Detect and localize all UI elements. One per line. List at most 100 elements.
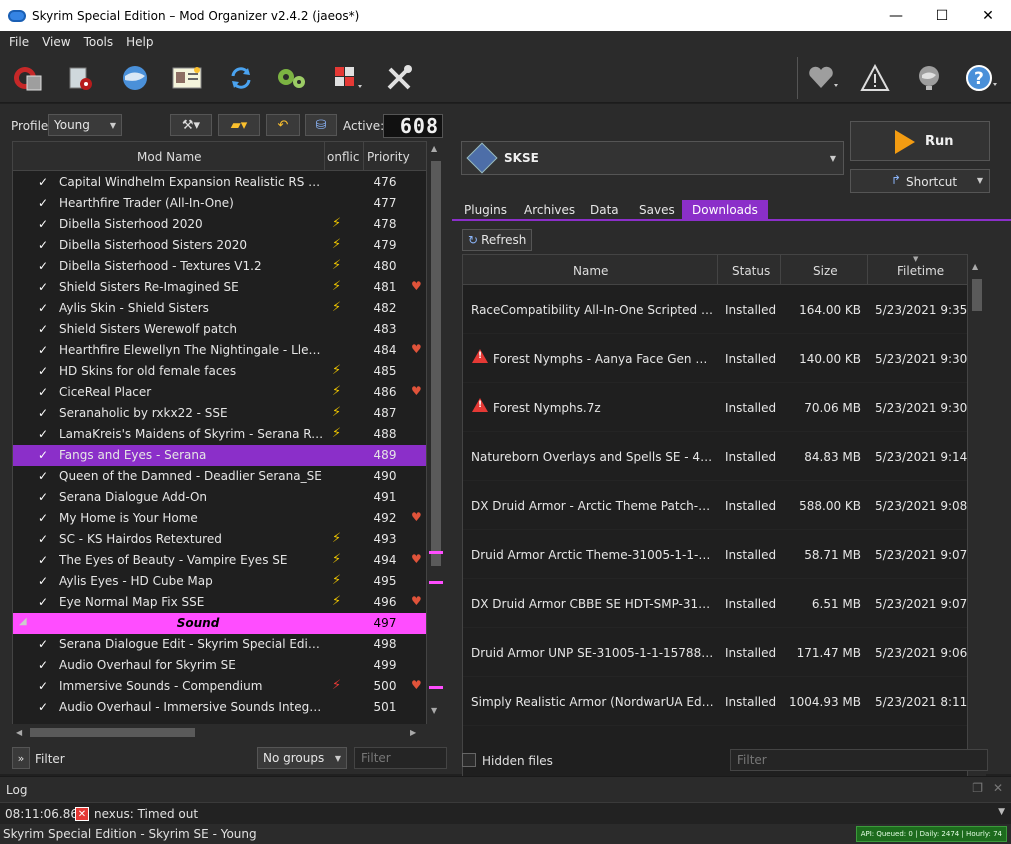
mod-row[interactable]: ✓ My Home is Your Home 492 ♥ (13, 508, 426, 529)
mod-filter-input[interactable]: Filter (354, 747, 447, 769)
mod-row[interactable]: ✓ Serana Dialogue Edit - Skyrim Special E… (13, 634, 426, 655)
collapse-icon[interactable]: ◢ (19, 616, 27, 627)
mod-enabled-checkbox[interactable]: ✓ (38, 449, 51, 462)
instances-icon[interactable] (10, 61, 44, 95)
mod-enabled-checkbox[interactable]: ✓ (38, 386, 51, 399)
hidden-files-checkbox[interactable] (462, 753, 476, 767)
tab-downloads[interactable]: Downloads (682, 200, 768, 221)
mod-enabled-checkbox[interactable]: ✓ (38, 575, 51, 588)
download-row[interactable]: Simply Realistic Armor (NordwarUA Editio… (463, 677, 967, 726)
groups-select[interactable]: No groups ▼ (257, 747, 347, 769)
mod-row[interactable]: ✓ Audio Overhaul - Immersive Sounds Integ… (13, 697, 426, 718)
mod-enabled-checkbox[interactable]: ✓ (38, 239, 51, 252)
menu-help[interactable]: Help (126, 35, 153, 49)
executables-icon[interactable] (274, 61, 308, 95)
column-conflicts[interactable]: onflic (327, 150, 359, 164)
mod-row[interactable]: ✓ SC - KS Hairdos Retextured ⚡ 493 (13, 529, 426, 550)
mod-row[interactable]: ✓ Shield Sisters Re-Imagined SE ⚡ 481 ♥ (13, 277, 426, 298)
mod-separator[interactable]: ◢ Sound 497 (13, 613, 426, 634)
mod-enabled-checkbox[interactable]: ✓ (38, 491, 51, 504)
mod-list-scrollbar[interactable]: ▲ ▼ (427, 141, 445, 741)
download-row[interactable]: Druid Armor UNP SE-31005-1-1-1578863921.… (463, 628, 967, 677)
scroll-right-icon[interactable]: ▶ (410, 728, 416, 737)
mod-row[interactable]: ✓ Seranaholic by rxkx22 - SSE ⚡ 487 (13, 403, 426, 424)
mod-row[interactable]: ✓ Fangs and Eyes - Serana 489 (13, 445, 426, 466)
nexus-icon[interactable] (118, 61, 152, 95)
download-row[interactable]: RaceCompatibility All-In-One Scripted In… (463, 285, 967, 334)
restore-backup-button[interactable]: ↶ (266, 114, 300, 136)
column-size[interactable]: Size (813, 264, 838, 278)
tab-saves[interactable]: Saves (629, 200, 685, 221)
maximize-button[interactable]: ☐ (919, 0, 965, 31)
download-row[interactable]: Natureborn Overlays and Spells SE - 4K-2… (463, 432, 967, 481)
scrollbar-thumb[interactable] (972, 279, 982, 311)
mod-row[interactable]: ✓ Audio Overhaul for Skyrim SE 499 (13, 655, 426, 676)
profiles-icon[interactable] (170, 61, 204, 95)
scroll-up-icon[interactable]: ▲ (431, 144, 437, 153)
close-button[interactable]: ✕ (965, 0, 1011, 31)
mod-enabled-checkbox[interactable]: ✓ (38, 407, 51, 420)
executable-select[interactable]: SKSE ▼ (461, 141, 844, 175)
mod-enabled-checkbox[interactable]: ✓ (38, 596, 51, 609)
mod-row[interactable]: ✓ HD Skins for old female faces ⚡ 485 (13, 361, 426, 382)
scroll-down-icon[interactable]: ▼ (431, 706, 437, 715)
column-status[interactable]: Status (732, 264, 770, 278)
chevron-down-icon[interactable]: ▼ (998, 807, 1005, 817)
mod-enabled-checkbox[interactable]: ✓ (38, 701, 51, 714)
mod-row[interactable]: ✓ Serana Dialogue Add-On 491 (13, 487, 426, 508)
mod-enabled-checkbox[interactable]: ✓ (38, 554, 51, 567)
download-row[interactable]: DX Druid Armor - Arctic Theme Patch-3173… (463, 481, 967, 530)
settings-icon[interactable] (382, 61, 416, 95)
mod-enabled-checkbox[interactable]: ✓ (38, 659, 51, 672)
mod-row[interactable]: ✓ Hearthfire Trader (All-In-One) 477 (13, 193, 426, 214)
open-folder-button[interactable]: ▰▾ (218, 114, 260, 136)
mod-enabled-checkbox[interactable]: ✓ (38, 281, 51, 294)
update-icon[interactable] (912, 61, 946, 95)
mod-enabled-checkbox[interactable]: ✓ (38, 533, 51, 546)
mod-enabled-checkbox[interactable]: ✓ (38, 428, 51, 441)
mod-enabled-checkbox[interactable]: ✓ (38, 218, 51, 231)
hscrollbar-thumb[interactable] (30, 728, 195, 737)
mod-enabled-checkbox[interactable]: ✓ (38, 260, 51, 273)
archives-icon[interactable] (63, 61, 97, 95)
mod-row[interactable]: ✓ LamaKreis's Maidens of Skyrim - Serana … (13, 424, 426, 445)
mod-enabled-checkbox[interactable]: ✓ (38, 680, 51, 693)
minimize-button[interactable]: — (873, 0, 919, 31)
menu-tools[interactable]: Tools (84, 35, 114, 49)
mod-enabled-checkbox[interactable]: ✓ (38, 197, 51, 210)
mod-row[interactable]: ✓ Shield Sisters Werewolf patch 483 (13, 319, 426, 340)
mod-enabled-checkbox[interactable]: ✓ (38, 323, 51, 336)
mod-row[interactable]: ✓ Aylis Eyes - HD Cube Map ⚡ 495 (13, 571, 426, 592)
mod-row[interactable]: ✓ Queen of the Damned - Deadlier Serana_S… (13, 466, 426, 487)
column-priority[interactable]: Priority (367, 150, 410, 164)
shortcut-button[interactable]: ↱ Shortcut ▼ (850, 169, 990, 193)
filter-toggle-button[interactable]: » (12, 747, 30, 769)
mod-enabled-checkbox[interactable]: ✓ (38, 176, 51, 189)
mod-row[interactable]: ✓ Hearthfire Elewellyn The Nightingale - … (13, 340, 426, 361)
menu-view[interactable]: View (42, 35, 70, 49)
tab-data[interactable]: Data (580, 200, 629, 221)
mod-row[interactable]: ✓ Eye Normal Map Fix SSE ⚡ 496 ♥ (13, 592, 426, 613)
profile-select[interactable]: Young ▼ (48, 114, 122, 136)
download-row[interactable]: DX Druid Armor CBBE SE HDT-SMP-31733-1..… (463, 579, 967, 628)
help-icon[interactable]: ? (964, 61, 998, 95)
run-button[interactable]: Run (850, 121, 990, 161)
notifications-icon[interactable] (858, 61, 892, 95)
scroll-left-icon[interactable]: ◀ (16, 728, 22, 737)
mod-enabled-checkbox[interactable]: ✓ (38, 344, 51, 357)
backup-button[interactable]: ⛁ (305, 114, 337, 136)
mod-list-hscrollbar[interactable]: ◀ ▶ (12, 724, 427, 741)
mod-row[interactable]: ✓ Dibella Sisterhood 2020 ⚡ 478 (13, 214, 426, 235)
mod-row[interactable]: ✓ Dibella Sisterhood - Textures V1.2 ⚡ 480 (13, 256, 426, 277)
tab-plugins[interactable]: Plugins (454, 200, 517, 221)
scrollbar-thumb[interactable] (431, 161, 441, 566)
close-icon[interactable]: ✕ (993, 781, 1003, 795)
column-filetime[interactable]: Filetime (897, 264, 944, 278)
mod-row[interactable]: ✓ Dibella Sisterhood Sisters 2020 ⚡ 479 (13, 235, 426, 256)
mod-row[interactable]: ✓ Capital Windhelm Expansion Realistic RS… (13, 172, 426, 193)
column-name[interactable]: Name (573, 264, 608, 278)
downloads-filter-input[interactable]: Filter (730, 749, 988, 771)
mod-enabled-checkbox[interactable]: ✓ (38, 365, 51, 378)
undock-icon[interactable]: ❐ (972, 781, 983, 795)
refresh-button[interactable]: ↻ Refresh (462, 229, 532, 251)
